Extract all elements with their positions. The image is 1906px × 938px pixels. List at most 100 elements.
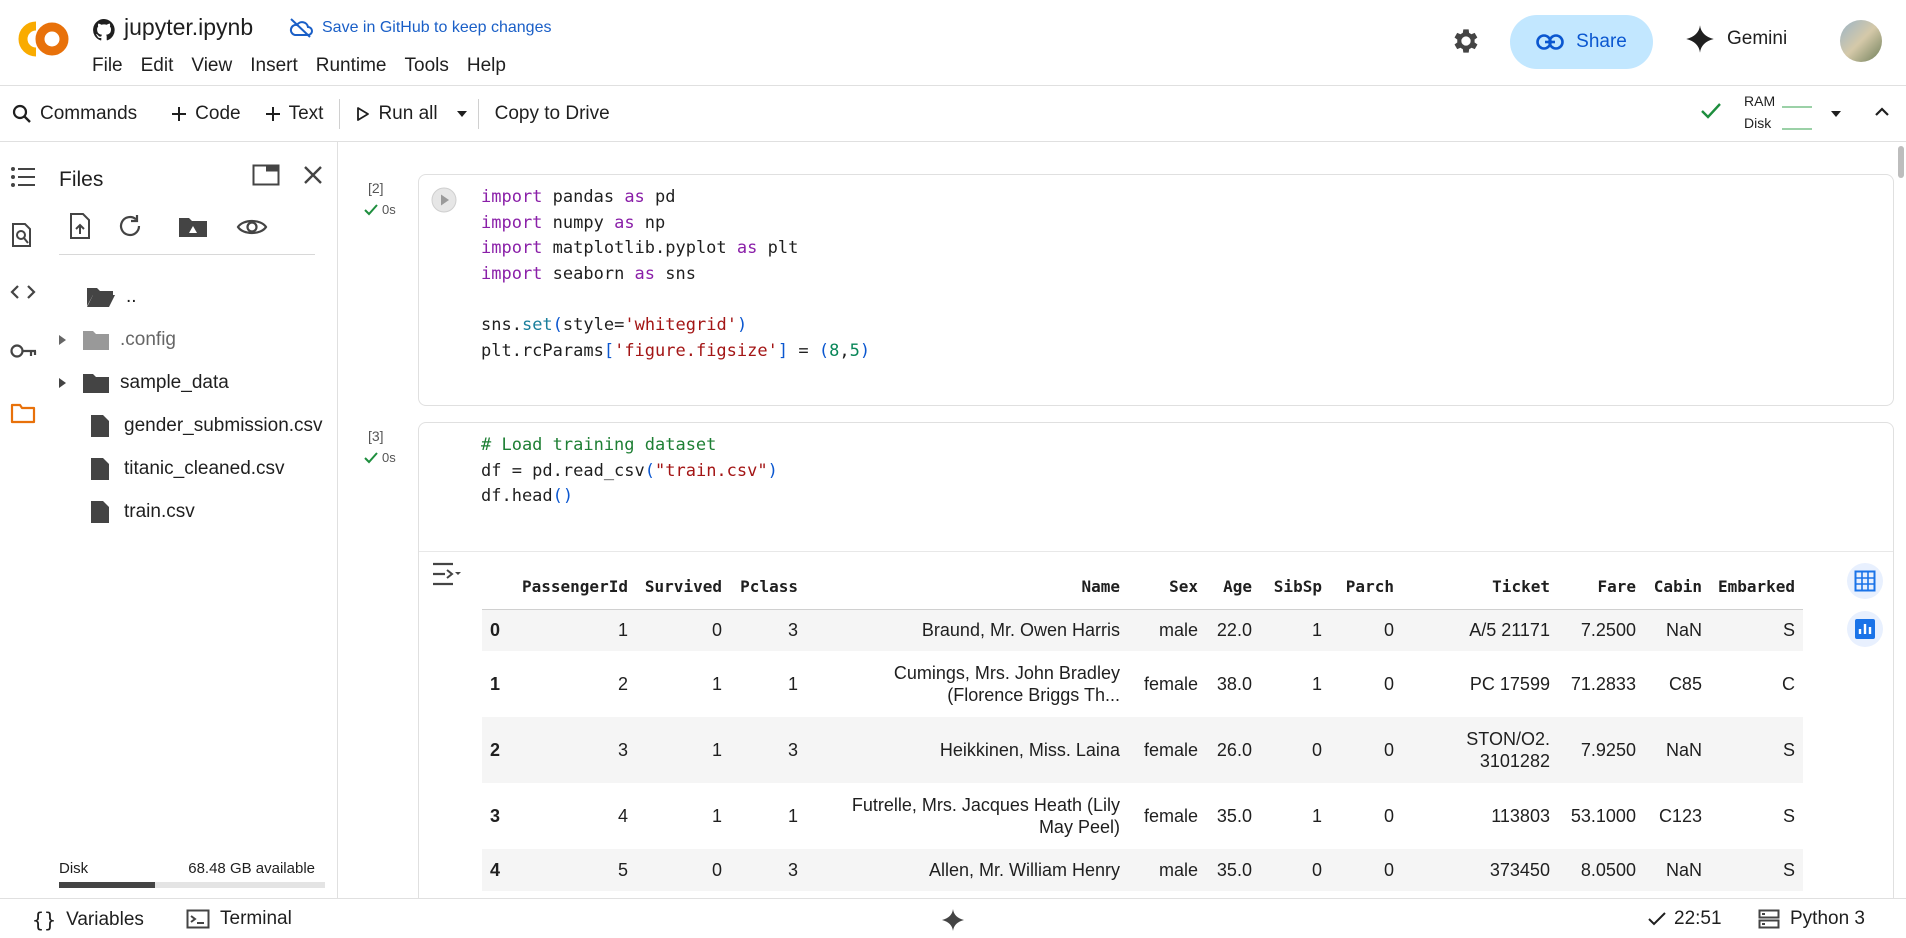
table-header-cell: SibSp [1259,565,1330,610]
colab-logo[interactable] [12,18,72,60]
toc-icon[interactable] [10,166,36,188]
menu-file[interactable]: File [92,55,132,77]
scrollbar-thumb[interactable] [1898,146,1904,178]
code-line: import seaborn as sns [481,263,696,284]
mount-drive-button[interactable] [178,216,208,238]
table-cell: 53.1000 [1570,806,1636,826]
terminal-button[interactable]: Terminal [186,908,292,930]
table-row: 4 5 0 3 Allen, Mr. William Henry male 35… [482,849,1804,891]
kernel-indicator[interactable]: Python 3 [1758,908,1865,930]
commands-button[interactable]: Commands [0,94,149,134]
menu-help[interactable]: Help [458,55,515,77]
upload-button[interactable] [68,212,92,240]
tree-item-file[interactable]: titanic_cleaned.csv [90,449,285,489]
table-cell: 71.2833 [1570,674,1636,694]
code-snippets-icon[interactable] [10,284,36,300]
server-icon [1758,909,1780,929]
run-cell-button[interactable] [431,187,457,213]
tree-item-label: train.csv [124,501,195,522]
disk-usage-bar [59,882,325,888]
settings-button[interactable] [1450,25,1482,57]
toolbar-divider [339,98,341,129]
tree-item-label: titanic_cleaned.csv [124,458,285,479]
table-cell: 8.0500 [1557,849,1644,891]
code-cell[interactable]: import pandas as pd import numpy as np i… [418,174,1894,406]
check-icon [1648,912,1666,926]
user-avatar[interactable] [1840,20,1882,62]
table-cell: C [1782,674,1796,694]
table-cell: 0 [1259,849,1330,891]
table-view-button[interactable] [1847,563,1883,599]
tree-item-parent[interactable]: .. [86,277,137,317]
key-icon[interactable] [10,342,38,360]
refresh-button[interactable] [118,214,144,238]
table-index-cell: 4 [482,849,514,891]
resource-dropdown[interactable] [1830,110,1842,118]
menu-tools[interactable]: Tools [396,55,458,77]
menu-view[interactable]: View [182,55,241,77]
add-text-button[interactable]: Text [253,94,336,134]
run-all-button[interactable]: Run all [344,94,449,134]
table-header-cell [482,565,514,610]
tree-item-file[interactable]: gender_submission.csv [90,406,323,446]
table-cell: 0 [1383,674,1394,694]
folder-icon[interactable] [10,402,36,424]
add-code-button[interactable]: Code [159,94,252,134]
menu-edit[interactable]: Edit [132,55,183,77]
table-cell: 35.0 [1216,806,1252,826]
table-header-cell: Age [1205,565,1260,610]
tree-item-config[interactable]: .config [58,320,176,360]
share-button[interactable]: Share [1510,15,1653,69]
run-all-dropdown[interactable] [450,94,474,134]
close-panel-button[interactable] [302,164,324,186]
table-cell: C123 [1658,806,1702,826]
gemini-label: Gemini [1727,28,1788,49]
table-cell: 7.2500 [1557,609,1644,651]
menu-insert[interactable]: Insert [241,55,307,77]
gemini-button[interactable]: Gemini [1685,24,1787,54]
table-cell: 1 [1311,674,1322,694]
caret-down-icon [456,110,468,118]
table-cell: 3 [729,849,806,891]
copy-to-drive-button[interactable]: Copy to Drive [483,94,622,134]
table-header-row: PassengerId Survived Pclass Name Sex Age… [482,565,1804,610]
disk-footer: Disk 68.48 GB available [59,860,329,877]
output-actions-button[interactable] [431,561,461,587]
notebook-title[interactable]: jupyter.ipynb [124,14,253,41]
gear-icon [1450,25,1482,57]
table-header-cell: Fare [1557,565,1644,610]
execution-status-indicator[interactable]: 22:51 [1648,908,1722,930]
chevron-up-icon [1874,105,1890,117]
open-in-tab-button[interactable] [252,164,280,186]
variables-button[interactable]: {} Variables [32,908,144,932]
disk-footer-label: Disk [59,860,89,877]
execution-status: 0s [364,202,396,217]
find-in-page-icon[interactable] [10,222,34,248]
output-menu-icon [431,561,461,587]
code-editor[interactable]: # Load training dataset df = pd.read_csv… [481,433,778,510]
code-line: plt.rcParams['figure.figsize'] = (8,5) [481,340,871,361]
suggest-chart-button[interactable] [1847,611,1883,647]
table-cell: C85 [1668,674,1702,694]
table-cell: Cumings, Mrs. John Bradley (Florence Bri… [893,663,1120,705]
chevron-right-icon [58,377,68,389]
execution-status: 0s [364,450,396,465]
gemini-status-button[interactable] [941,908,965,932]
tree-item-sample-data[interactable]: sample_data [58,363,229,403]
table-cell: S [1709,717,1804,783]
files-panel-title: Files [59,168,104,191]
tree-item-file[interactable]: train.csv [90,492,195,532]
toggle-hidden-files-button[interactable] [236,217,268,237]
code-editor[interactable]: import pandas as pd import numpy as np i… [481,185,870,364]
search-icon [12,104,32,124]
terminal-label: Terminal [220,908,292,929]
chevron-right-icon [58,334,68,346]
run-all-label: Run all [378,102,438,124]
menu-runtime[interactable]: Runtime [307,55,396,77]
status-bar: {} Variables Terminal 22:51 Python 3 [0,898,1906,938]
table-cell: 3 [514,717,636,783]
eye-icon [236,217,268,237]
table-cell: 0 [1329,609,1402,651]
collapse-toolbar-button[interactable] [1874,105,1890,117]
save-in-github-link[interactable]: Save in GitHub to keep changes [288,18,551,38]
